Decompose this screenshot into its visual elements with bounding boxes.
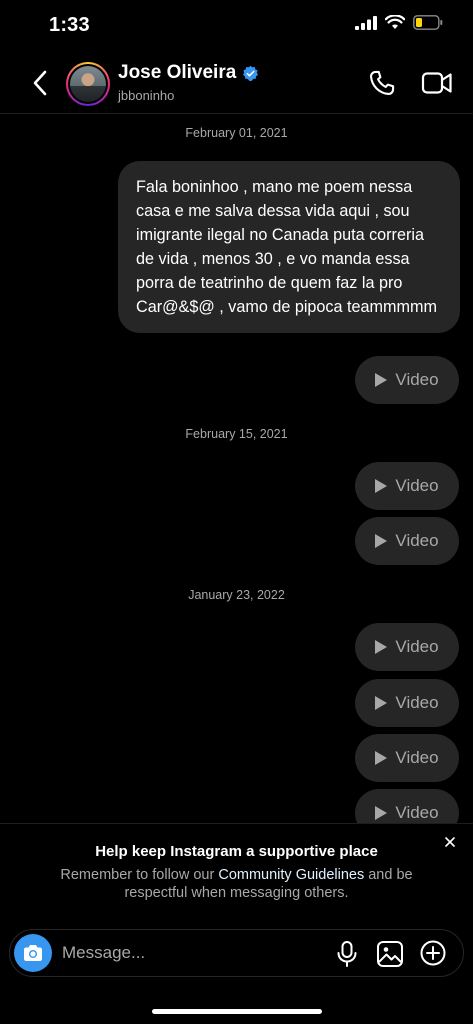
play-icon — [375, 696, 388, 710]
video-label: Video — [395, 803, 439, 822]
contact-username: jbboninho — [118, 88, 175, 103]
message-bubble[interactable]: Fala boninhoo , mano me poem nessa casa … — [118, 161, 460, 333]
notice-close-button[interactable] — [443, 835, 457, 849]
gallery-button[interactable] — [376, 940, 404, 968]
more-options-button[interactable] — [419, 939, 447, 967]
play-icon — [375, 373, 388, 387]
video-label: Video — [395, 476, 439, 495]
wifi-icon — [385, 15, 405, 29]
verified-badge-icon — [243, 65, 259, 81]
guidelines-notice: Help keep Instagram a supportive place R… — [0, 823, 473, 919]
play-icon — [375, 640, 388, 654]
date-separator: January 23, 2022 — [188, 588, 285, 602]
avatar[interactable] — [66, 62, 110, 106]
community-guidelines-link[interactable]: Community Guidelines — [218, 867, 364, 883]
phone-icon — [369, 70, 395, 96]
play-icon — [375, 751, 388, 765]
video-camera-icon — [421, 72, 452, 94]
cellular-signal-icon — [355, 15, 377, 30]
home-indicator[interactable] — [152, 1009, 322, 1014]
notice-body: Remember to follow our Community Guideli… — [60, 867, 413, 901]
date-separator: February 01, 2021 — [185, 126, 288, 140]
message-composer — [9, 929, 464, 977]
video-label: Video — [395, 693, 439, 712]
video-message[interactable]: Video — [355, 623, 459, 671]
chevron-left-icon — [33, 70, 47, 96]
video-message[interactable]: Video — [355, 734, 459, 782]
video-message[interactable]: Video — [355, 517, 459, 565]
video-call-button[interactable] — [421, 69, 453, 97]
microphone-icon — [337, 941, 357, 967]
dm-thread-screen: 1:33 Jose Oliveira jbboninho February 01… — [0, 0, 473, 1024]
contact-name: Jose Oliveira — [118, 62, 237, 83]
video-label: Video — [395, 370, 439, 389]
video-label: Video — [395, 637, 439, 656]
camera-icon — [24, 945, 42, 961]
camera-button[interactable] — [14, 934, 52, 972]
contact-name-row[interactable]: Jose Oliveira — [118, 62, 259, 84]
message-input[interactable] — [62, 938, 322, 968]
status-icons — [355, 15, 443, 30]
avatar-photo — [70, 66, 106, 102]
image-icon — [377, 941, 403, 967]
date-separator: February 15, 2021 — [185, 427, 288, 441]
video-message[interactable]: Video — [355, 462, 459, 510]
video-label: Video — [395, 531, 439, 550]
video-message[interactable]: Video — [355, 356, 459, 404]
thread-header: Jose Oliveira jbboninho — [0, 52, 473, 114]
voice-message-button[interactable] — [336, 940, 358, 968]
status-bar: 1:33 — [0, 0, 473, 52]
status-time: 1:33 — [49, 14, 90, 36]
plus-circle-icon — [420, 940, 446, 966]
video-message[interactable]: Video — [355, 679, 459, 727]
audio-call-button[interactable] — [368, 69, 396, 97]
close-icon — [445, 837, 455, 847]
play-icon — [375, 806, 388, 820]
notice-title: Help keep Instagram a supportive place — [95, 843, 378, 860]
play-icon — [375, 479, 388, 493]
video-label: Video — [395, 748, 439, 767]
back-button[interactable] — [26, 68, 54, 98]
battery-low-icon — [413, 15, 443, 30]
play-icon — [375, 534, 388, 548]
